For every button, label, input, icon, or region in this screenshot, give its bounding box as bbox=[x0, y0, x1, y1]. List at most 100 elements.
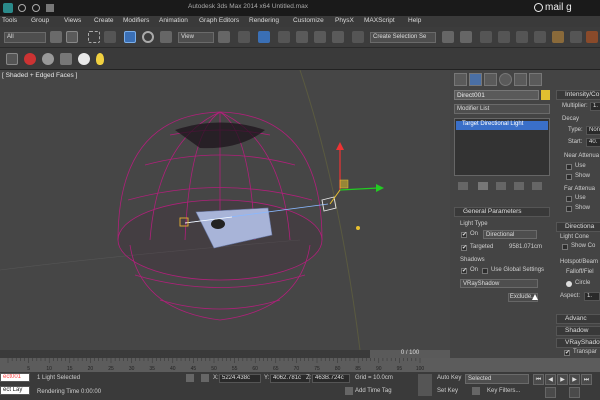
object-name-field[interactable]: Direct001 bbox=[454, 90, 539, 100]
modifier-stack-item[interactable]: Target Directional Light bbox=[456, 121, 548, 130]
keyboard-shortcut-icon[interactable] bbox=[258, 31, 270, 43]
render-setup-icon[interactable] bbox=[570, 31, 582, 43]
pin-stack-icon[interactable] bbox=[458, 182, 468, 190]
key-mode-icon[interactable] bbox=[545, 387, 556, 398]
configure-modifier-sets-icon[interactable] bbox=[532, 182, 542, 190]
motion-tab-icon[interactable] bbox=[499, 73, 512, 86]
scale-icon[interactable] bbox=[160, 31, 172, 43]
create-tab-icon[interactable] bbox=[454, 73, 467, 86]
material-editor-icon[interactable] bbox=[552, 31, 564, 43]
menu-views[interactable]: Views bbox=[64, 17, 81, 24]
schematic-view-icon[interactable] bbox=[534, 31, 546, 43]
select-object-icon[interactable] bbox=[50, 31, 62, 43]
maxscript-output-field[interactable]: ect Lay bbox=[0, 386, 30, 395]
select-by-name-icon[interactable] bbox=[66, 31, 78, 43]
light-type-dropdown[interactable]: Directional bbox=[483, 230, 537, 239]
menu-group[interactable]: Group bbox=[31, 17, 49, 24]
decay-type-dropdown[interactable]: None bbox=[586, 126, 600, 135]
general-parameters-rollout[interactable]: General Parameters bbox=[454, 207, 550, 217]
vrayshadow-params-rollout[interactable]: VRayShadov bbox=[556, 338, 600, 348]
undo-icon[interactable] bbox=[18, 4, 26, 12]
time-slider-bar[interactable]: 0 / 100 bbox=[0, 350, 450, 358]
use-global-settings-checkbox[interactable] bbox=[482, 268, 488, 274]
move-icon[interactable] bbox=[124, 31, 136, 43]
remove-modifier-icon[interactable] bbox=[514, 182, 524, 190]
selection-filter-dropdown[interactable]: All bbox=[4, 32, 46, 43]
time-config-icon[interactable] bbox=[569, 387, 580, 398]
menu-animation[interactable]: Animation bbox=[159, 17, 188, 24]
percent-snap-icon[interactable] bbox=[314, 31, 326, 43]
decay-start-field[interactable]: 40. bbox=[586, 138, 600, 147]
graphite-toggle-icon[interactable] bbox=[498, 31, 510, 43]
directional-parameters-rollout[interactable]: Directiona bbox=[556, 222, 600, 232]
utilities-tab-icon[interactable] bbox=[529, 73, 542, 86]
menu-customize[interactable]: Customize bbox=[293, 17, 324, 24]
menu-rendering[interactable]: Rendering bbox=[249, 17, 279, 24]
select-manipulate-icon[interactable] bbox=[238, 31, 250, 43]
near-use-checkbox[interactable] bbox=[566, 164, 572, 170]
rect-selection-icon[interactable] bbox=[88, 31, 100, 43]
layer-manager-icon[interactable] bbox=[480, 31, 492, 43]
y-coord-field[interactable]: 4062.781c bbox=[270, 374, 310, 383]
auto-key-button[interactable]: Auto Key bbox=[437, 375, 461, 381]
save-icon[interactable] bbox=[46, 4, 54, 12]
mirror-icon[interactable] bbox=[442, 31, 454, 43]
app-logo-icon[interactable] bbox=[3, 3, 13, 13]
reference-coordinate-dropdown[interactable]: View bbox=[178, 32, 214, 43]
goto-start-icon[interactable]: ⏮ bbox=[533, 374, 544, 385]
hierarchy-tab-icon[interactable] bbox=[484, 73, 497, 86]
absolute-mode-icon[interactable] bbox=[201, 374, 209, 382]
menu-modifiers[interactable]: Modifiers bbox=[123, 17, 149, 24]
set-key-button[interactable]: Set Key bbox=[437, 388, 458, 394]
render-icon[interactable] bbox=[586, 31, 598, 43]
shadow-type-dropdown[interactable]: VRayShadow bbox=[460, 279, 538, 288]
previous-frame-icon[interactable]: ◀ bbox=[545, 374, 556, 385]
window-crossing-icon[interactable] bbox=[104, 31, 116, 43]
menu-help[interactable]: Help bbox=[408, 17, 421, 24]
far-show-checkbox[interactable] bbox=[566, 206, 572, 212]
maxscript-listener-field[interactable]: ect001 bbox=[0, 373, 30, 382]
modifier-list-dropdown[interactable]: Modifier List bbox=[454, 104, 550, 114]
redo-icon[interactable] bbox=[32, 4, 40, 12]
time-tag-icon[interactable] bbox=[345, 387, 353, 395]
menu-tools[interactable]: Tools bbox=[2, 17, 17, 24]
light-on-checkbox[interactable] bbox=[461, 231, 467, 238]
snaps-toggle-icon[interactable] bbox=[278, 31, 290, 43]
key-selection-dropdown[interactable]: Selected bbox=[465, 374, 529, 384]
key-filters-button[interactable]: Key Filters... bbox=[487, 388, 520, 394]
show-end-result-icon[interactable] bbox=[478, 182, 488, 190]
far-use-checkbox[interactable] bbox=[566, 196, 572, 202]
show-cone-checkbox[interactable] bbox=[562, 244, 568, 250]
near-show-checkbox[interactable] bbox=[566, 174, 572, 180]
vray-light-bulb-icon[interactable] bbox=[96, 53, 104, 65]
display-tab-icon[interactable] bbox=[514, 73, 527, 86]
aspect-field[interactable]: 1. bbox=[584, 292, 600, 301]
intensity-rollout[interactable]: Intensity/Co bbox=[556, 90, 600, 100]
time-slider[interactable]: 0 / 100 bbox=[370, 350, 450, 358]
vray-material-icon[interactable] bbox=[42, 53, 54, 65]
shadows-on-checkbox[interactable] bbox=[461, 267, 467, 274]
object-color-swatch[interactable] bbox=[541, 90, 550, 100]
align-icon[interactable] bbox=[460, 31, 472, 43]
menu-maxscript[interactable]: MAXScript bbox=[364, 17, 395, 24]
make-unique-icon[interactable] bbox=[496, 182, 506, 190]
vray-proxy-icon[interactable] bbox=[60, 53, 72, 65]
vray-render-icon[interactable] bbox=[24, 53, 36, 65]
circle-radio[interactable] bbox=[566, 281, 572, 287]
targeted-checkbox[interactable] bbox=[461, 244, 467, 251]
key-filters-icon[interactable] bbox=[472, 387, 480, 395]
vray-frame-buffer-icon[interactable] bbox=[6, 53, 18, 65]
track-bar[interactable]: 5 10 15 20 25 30 35 40 45 50 55 60 65 70 75 80 85 90 95 100 bbox=[0, 358, 600, 372]
modify-tab-icon[interactable] bbox=[469, 73, 482, 86]
key-icon[interactable] bbox=[418, 374, 432, 396]
add-time-tag-button[interactable]: Add Time Tag bbox=[355, 388, 392, 394]
rotate-icon[interactable] bbox=[142, 31, 154, 43]
shadow-params-rollout[interactable]: Shadow bbox=[556, 326, 600, 336]
multiplier-field[interactable]: 1. bbox=[590, 102, 600, 111]
named-selection-dropdown[interactable]: Create Selection Se bbox=[370, 32, 436, 43]
z-coord-field[interactable]: 463B.724c bbox=[312, 374, 350, 383]
x-coord-field[interactable]: 5224.438c bbox=[219, 374, 261, 383]
transparent-shadows-checkbox[interactable] bbox=[564, 349, 570, 356]
next-frame-icon[interactable]: ▶ bbox=[569, 374, 580, 385]
advanced-effects-rollout[interactable]: Advanc bbox=[556, 314, 600, 324]
